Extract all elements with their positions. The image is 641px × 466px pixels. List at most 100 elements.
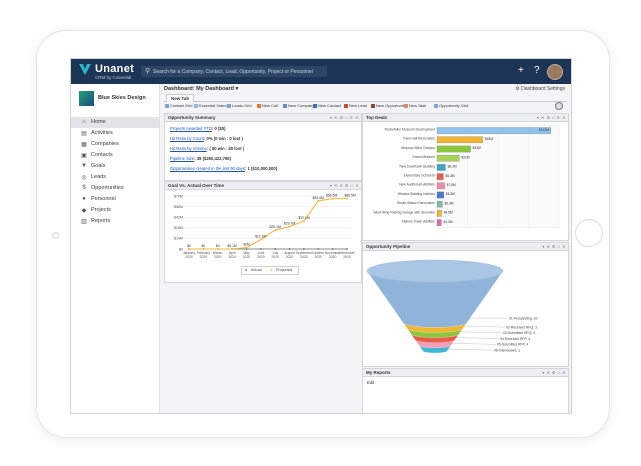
data-point-actual [259, 248, 262, 250]
sidebar-item-label: Projects [91, 207, 111, 213]
summary-link-hit-ratio-by-count[interactable]: Hit Ratio by Count [170, 136, 204, 141]
sidebar-item-reports[interactable]: ▥ Reports [71, 216, 159, 227]
bar-new-downtown-building[interactable] [436, 164, 446, 171]
leads-grid-icon [227, 103, 231, 108]
sidebar-item-label: Home [91, 119, 106, 125]
bar-studio-station-renovation[interactable] [436, 200, 443, 208]
essential-videos-icon [194, 103, 198, 108]
data-label: $25.1M [270, 225, 281, 229]
sidebar-item-projects[interactable]: ◆ Projects [71, 205, 159, 216]
new-lead-button[interactable]: New Lead [344, 103, 367, 108]
opportunity-grid-button[interactable]: Opportunity Grid [434, 103, 468, 108]
home-icon: ⌂ [82, 119, 86, 125]
sidebar-item-home[interactable]: ⌂ Home [71, 117, 159, 128]
sidebar-item-companies[interactable]: ▦ Companies [71, 139, 159, 150]
sidebar: Blue Skies Design ⌂ Home ▤ Activities ▦ Compa… [71, 84, 160, 413]
sidebar-item-leads[interactable]: ◎ Leads [71, 172, 159, 183]
top-navigation-bar: Unanet CRM by Cosential ⚲ + ? [71, 59, 571, 84]
dashboard-main: Dashboard: My Dashboard ▾ ⚙ Dashboard Se… [164, 84, 569, 413]
summary-link-pipeline-size[interactable]: Pipeline Size [170, 156, 194, 161]
sidebar-item-opportunities[interactable]: $ Opportunities [71, 183, 159, 194]
company-header: Blue Skies Design [79, 91, 157, 109]
bar-value-label: $4.3M [443, 220, 452, 224]
data-label: $12.3M [255, 235, 266, 239]
leads-icon: ◎ [81, 175, 87, 181]
x-tick-label: 2020 [314, 255, 322, 259]
tablet-camera [52, 232, 59, 239]
goals-icon: ▼ [81, 163, 87, 169]
widget-controls[interactable]: ▾ ✕ ⚙ □ ✕ [542, 370, 566, 375]
y-tick-label: $28M [174, 226, 183, 230]
bar-town-hall-restoration[interactable] [436, 136, 483, 144]
legend-projected: Projected [276, 268, 293, 273]
bar-value-label: $5.3M [444, 201, 453, 205]
summary-line: Projects Awarded YTD: 0 ($0) [170, 126, 225, 131]
bar-value-label: $6.3M [445, 174, 454, 178]
dashboard-settings-button[interactable]: ⚙ Dashboard Settings [515, 86, 565, 92]
sidebar-item-activities[interactable]: ▤ Activities [71, 128, 159, 139]
data-point-actual [346, 248, 348, 250]
x-tick-label: 2020 [228, 255, 236, 259]
category-label: Studio Station Renovation [397, 201, 435, 205]
widget-controls[interactable]: ▾ ✕ ⚙ □ ⟳ ✕ [330, 115, 359, 120]
leads-grid-button[interactable]: Leads Grid [227, 103, 252, 108]
global-search[interactable]: ⚲ [141, 66, 327, 77]
bar-value-label: $4.5M [444, 211, 453, 215]
sidebar-nav: ⌂ Home ▤ Activities ▦ Companies ▣ Contacts ▼ Goal… [71, 117, 159, 227]
data-label: $29.7M [284, 222, 295, 226]
dashboard-title[interactable]: Dashboard: My Dashboard ▾ [164, 86, 238, 92]
category-label: Window Building Interiors [398, 192, 436, 196]
dashboard-settings-label: Dashboard Settings [521, 86, 565, 92]
activities-icon: ▤ [81, 131, 87, 137]
chart-legend: ● Actual ● Projected [241, 266, 299, 275]
new-task-button[interactable]: New Task [404, 103, 426, 108]
bar-value-label: $7.5M [447, 183, 456, 187]
tab-new-tab[interactable]: New Tab [166, 94, 195, 102]
x-tick-label: 2020 [214, 255, 222, 259]
bar-window-building-interiors[interactable] [436, 191, 445, 199]
bar-nabors-tower-addition[interactable] [436, 219, 442, 226]
x-tick-label: 2020 [185, 255, 193, 259]
new-company-button[interactable]: New Company [283, 103, 314, 108]
toolbar-settings-icon[interactable] [555, 102, 563, 110]
new-contact-button[interactable]: New Contact [313, 103, 341, 108]
summary-line: Hit Ratio by Count: 0% (0 win : 0 lost ) [170, 136, 243, 141]
plus-icon[interactable]: + [518, 65, 524, 77]
summary-link-hit-ratio-by-volume[interactable]: Hit Ratio by Volume [170, 146, 207, 151]
goal-vs-actual-widget: Goal Vs. Actual Over Time ▾ ⟲ ✕ ⚙ □ ✕ $7… [164, 181, 362, 283]
edit-reports-link[interactable]: Edit [367, 380, 374, 385]
x-tick-label: 2020 [271, 255, 279, 259]
funnel-stage-label: 06-Interviewed, 1 [494, 348, 520, 352]
bar-west-wing-parking-garage-with-shoreline[interactable] [436, 210, 442, 217]
user-avatar[interactable] [547, 64, 563, 80]
sidebar-item-personnel[interactable]: ● Personnel [71, 194, 159, 205]
sidebar-item-label: Contacts [91, 152, 113, 158]
new-opportunity-button[interactable]: New Opportunity [371, 103, 406, 108]
top-deals-chart: Rockefeller Museum Development $112M Town … [373, 124, 560, 228]
bar-moscow-west-campus[interactable] [436, 145, 471, 153]
sidebar-item-goals[interactable]: ▼ Goals [71, 161, 159, 172]
contact-grid-button[interactable]: Contact Grid [165, 103, 192, 108]
funnel-leader-line [448, 348, 494, 351]
category-label: Grand Museum [412, 155, 435, 159]
bar-grand-museum[interactable] [436, 154, 460, 162]
summary-value: : 0% (0 win : 0 lost ) [203, 136, 243, 141]
bar-new-auditorium-addition[interactable] [436, 182, 445, 190]
new-call-button[interactable]: New Call [257, 103, 278, 108]
data-point-projected [216, 248, 219, 250]
bar-rockefeller-museum-development[interactable] [436, 127, 552, 134]
sidebar-item-label: Goals [91, 163, 106, 169]
y-tick-label: $42M [174, 216, 183, 220]
summary-link-projects-awarded-ytd[interactable]: Projects Awarded YTD [170, 126, 212, 131]
summary-link-opportunities-created-in-the-last-90-days[interactable]: Opportunities created in the last 90 day… [170, 166, 245, 171]
help-icon[interactable]: ? [534, 65, 540, 77]
widget-header: My Reports ▾ ✕ ⚙ □ ✕ [363, 369, 568, 377]
legend-marker-actual: ● [245, 268, 248, 273]
data-point-actual [303, 248, 305, 250]
search-input[interactable] [153, 66, 323, 77]
data-point-actual [317, 248, 320, 250]
essential-videos-button[interactable]: Essential Videos [194, 103, 229, 108]
bar-elementary-school-iii[interactable] [436, 173, 444, 180]
toolbar-button-label: New Lead [349, 103, 368, 108]
sidebar-item-contacts[interactable]: ▣ Contacts [71, 150, 159, 161]
